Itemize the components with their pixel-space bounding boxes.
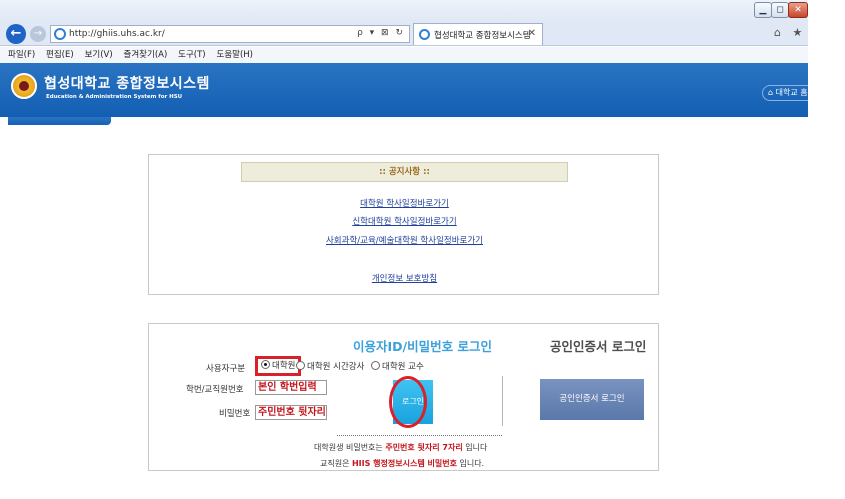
menu-help[interactable]: 도움말(H) <box>217 47 253 63</box>
link-social-science-schedule[interactable]: 사회과학/교육/예술대학원 학사일정바로가기 <box>149 234 660 246</box>
id-input[interactable]: 본인 학번입력 <box>255 380 327 395</box>
radio-professor-label: 대학원 교수 <box>382 362 424 372</box>
browser-tab[interactable]: 협성대학교 종합정보시스템 ✕ <box>413 23 543 45</box>
cert-login-button[interactable]: 공인인증서 로그인 <box>540 379 644 420</box>
site-subtitle: Education & Administration System for HS… <box>46 94 183 100</box>
header-tab-shape <box>8 117 111 125</box>
menu-file[interactable]: 파일(F) <box>8 47 35 63</box>
forward-arrow-icon[interactable]: → <box>30 26 46 42</box>
site-title: 협성대학교 종합정보시스템 <box>44 76 210 92</box>
tab-title: 협성대학교 종합정보시스템 <box>434 31 531 41</box>
link-privacy-policy[interactable]: 개인정보 보호방침 <box>149 272 660 284</box>
radio-professor[interactable]: 대학원 교수 <box>371 360 424 374</box>
university-logo-icon <box>11 73 37 99</box>
radio-selected-icon[interactable] <box>261 360 270 369</box>
menu-edit[interactable]: 편집(E) <box>46 47 74 63</box>
minimize-button[interactable]: ▁ <box>754 2 772 18</box>
login-panel: 이용자ID/비밀번호 로그인 공인인증서 로그인 사용자구분 대학원 대학원 시… <box>148 323 659 471</box>
link-graduate-schedule[interactable]: 대학원 학사일정바로가기 <box>149 197 660 209</box>
ie-page-icon <box>54 28 66 40</box>
close-button[interactable]: ✕ <box>788 2 808 18</box>
maximize-button[interactable]: ◻ <box>771 2 789 18</box>
radio-empty-icon[interactable] <box>296 361 305 370</box>
cert-login-title: 공인인증서 로그인 <box>550 339 647 354</box>
radio-graduate-label: 대학원 <box>272 361 296 371</box>
header-bottom-band <box>0 117 808 125</box>
address-url[interactable]: http://ghiis.uhs.ac.kr/ <box>69 29 165 39</box>
tab-close-icon[interactable]: ✕ <box>528 28 536 39</box>
password-label: 비밀번호 <box>219 409 251 419</box>
title-bar: ▁ ◻ ✕ <box>0 0 808 22</box>
login-button[interactable]: 로그인 <box>393 380 433 424</box>
address-tools-icons[interactable]: ρ ▾ ⊠ ↻ <box>357 28 405 38</box>
navigation-bar: ← → http://ghiis.uhs.ac.kr/ ρ ▾ ⊠ ↻ 협성대학… <box>0 22 808 46</box>
id-label: 학번/교직원번호 <box>186 385 244 395</box>
notice-heading: :: 공지사항 :: <box>241 162 568 182</box>
menu-tools[interactable]: 도구(T) <box>178 47 205 63</box>
menu-bar: 파일(F) 편집(E) 보기(V) 즐겨찾기(A) 도구(T) 도움말(H) <box>0 47 808 63</box>
notice-panel: :: 공지사항 :: 대학원 학사일정바로가기 신학대학원 학사일정바로가기 사… <box>148 154 659 295</box>
radio-empty-icon[interactable] <box>371 361 380 370</box>
radio-graduate[interactable]: 대학원 <box>255 356 302 376</box>
radio-lecturer-label: 대학원 시간강사 <box>307 362 365 372</box>
info-staff-password: 교직원은 HIIS 행정정보시스템 비밀번호 입니다. <box>320 459 485 468</box>
university-home-link[interactable]: ⌂ 대학교 홈 <box>762 85 808 101</box>
ie-tab-icon <box>419 29 430 40</box>
user-type-label: 사용자구분 <box>206 364 246 374</box>
radio-lecturer[interactable]: 대학원 시간강사 <box>296 360 364 374</box>
login-title: 이용자ID/비밀번호 로그인 <box>353 339 492 354</box>
password-input[interactable]: 주민번호 뒷자리 <box>255 405 327 420</box>
back-arrow-icon[interactable]: ← <box>6 24 26 44</box>
address-bar[interactable]: http://ghiis.uhs.ac.kr/ ρ ▾ ⊠ ↻ <box>50 25 410 43</box>
browser-window: ▁ ◻ ✕ ← → http://ghiis.uhs.ac.kr/ ρ ▾ ⊠ … <box>0 0 845 499</box>
home-favorites-icons[interactable]: ⌂ ★ <box>774 26 806 39</box>
menu-view[interactable]: 보기(V) <box>85 47 113 63</box>
dotted-divider <box>337 435 502 436</box>
menu-favorites[interactable]: 즐겨찾기(A) <box>124 47 168 63</box>
info-student-password: 대학원생 비밀번호는 주민번호 뒷자리 7자리 입니다 <box>314 443 488 452</box>
link-theology-schedule[interactable]: 신학대학원 학사일정바로가기 <box>149 215 660 227</box>
vertical-divider <box>502 376 503 426</box>
site-header: 협성대학교 종합정보시스템 Education & Administration… <box>0 63 808 125</box>
